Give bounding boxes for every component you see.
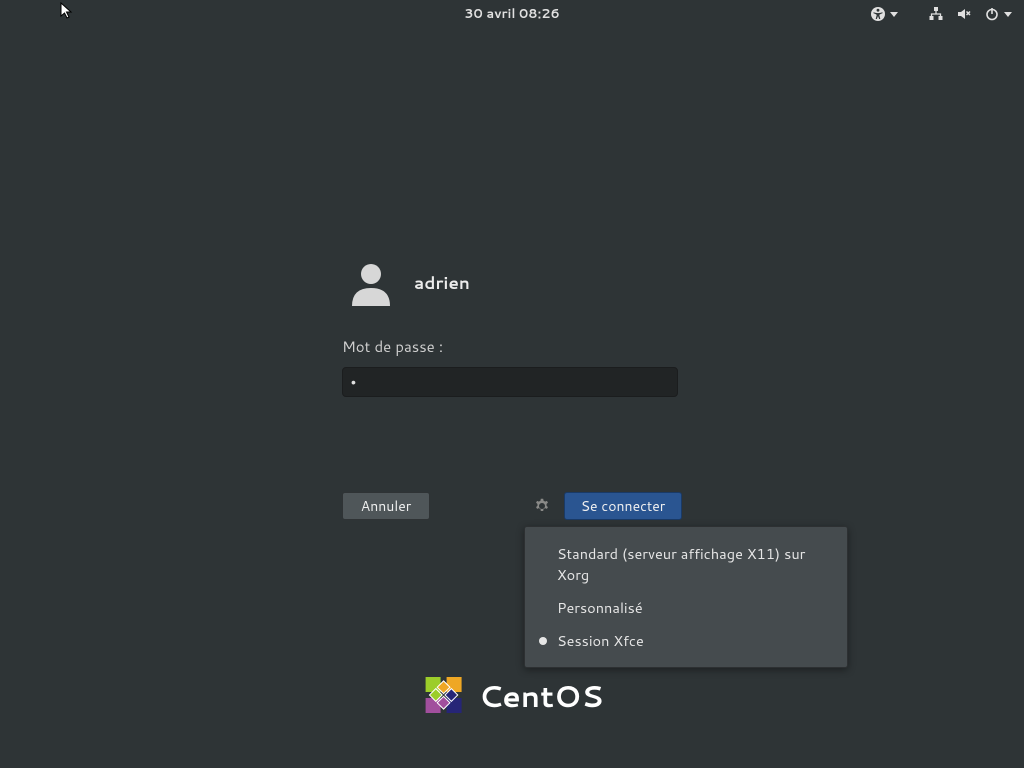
radio-icon xyxy=(539,604,547,612)
login-panel: adrien Mot de passe : xyxy=(342,260,682,397)
signin-button[interactable]: Se connecter xyxy=(564,492,682,520)
password-input[interactable] xyxy=(342,367,678,397)
session-option-label: Session Xfce xyxy=(557,630,833,651)
radio-icon xyxy=(539,637,547,645)
session-option-label: Personnalisé xyxy=(557,597,833,618)
action-row: Annuler Se connecter xyxy=(342,492,682,520)
volume-muted-icon xyxy=(956,6,972,22)
session-option-label: Standard (serveur affichage X11) sur Xor… xyxy=(557,543,833,585)
clock[interactable]: 30 avril 08:26 xyxy=(464,5,560,23)
centos-logo-icon xyxy=(421,672,467,718)
cancel-button[interactable]: Annuler xyxy=(342,492,430,520)
chevron-down-icon xyxy=(890,12,898,17)
volume-menu[interactable] xyxy=(952,6,976,22)
power-icon xyxy=(984,6,1000,22)
top-bar: 30 avril 08:26 xyxy=(0,0,1024,28)
distro-name: CentOS xyxy=(479,674,604,717)
session-option-custom[interactable]: Personnalisé xyxy=(525,591,847,624)
session-popover: Standard (serveur affichage X11) sur Xor… xyxy=(524,526,848,668)
chevron-down-icon xyxy=(1004,12,1012,17)
gear-icon xyxy=(534,498,550,514)
power-menu[interactable] xyxy=(980,6,1016,22)
mouse-cursor-icon xyxy=(60,2,74,20)
network-icon xyxy=(928,6,944,22)
session-option-standard[interactable]: Standard (serveur affichage X11) sur Xor… xyxy=(525,537,847,591)
radio-icon xyxy=(539,560,547,568)
network-menu[interactable] xyxy=(924,6,948,22)
password-label: Mot de passe : xyxy=(342,336,682,357)
avatar-icon xyxy=(348,260,394,306)
session-options-button[interactable] xyxy=(532,496,552,516)
user-row: adrien xyxy=(348,260,682,306)
accessibility-icon xyxy=(870,6,886,22)
username-label: adrien xyxy=(414,271,470,295)
accessibility-menu[interactable] xyxy=(866,6,902,22)
distro-logo: CentOS xyxy=(421,672,604,718)
session-option-xfce[interactable]: Session Xfce xyxy=(525,624,847,657)
